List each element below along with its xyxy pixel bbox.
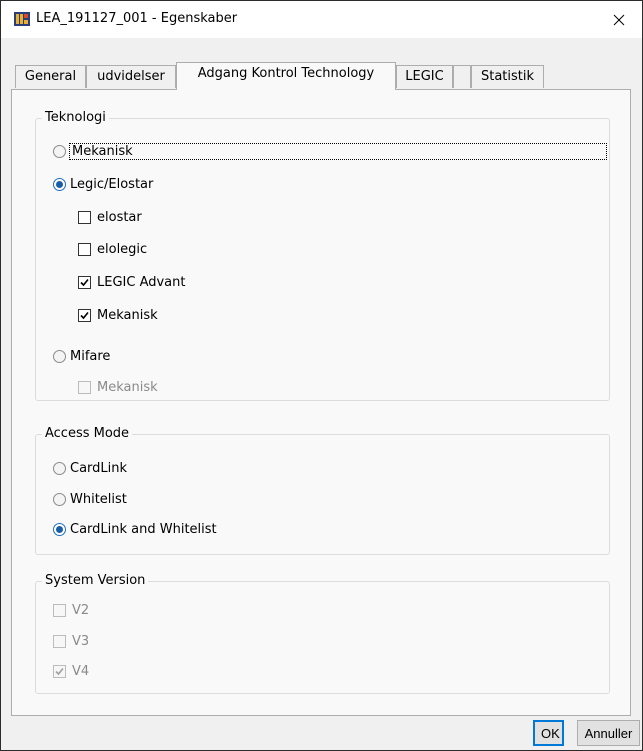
cardlink-radio[interactable]: CardLink [53,459,127,477]
teknologi-title: Teknologi [42,110,109,126]
tab-statistik[interactable]: Statistik [471,65,544,88]
mifare-label: Mifare [70,348,111,364]
close-button[interactable] [596,1,642,38]
ok-button[interactable]: OK [533,720,564,746]
tab-blank[interactable] [453,65,471,88]
whitelist-label: Whitelist [70,491,127,507]
title-bar[interactable]: LEA_191127_001 - Egenskaber [1,1,642,38]
access-mode-group: Access Mode CardLink Whitelist CardLink … [35,426,610,555]
radio-icon [53,492,66,506]
whitelist-radio[interactable]: Whitelist [53,490,127,508]
tab-general-label: General [24,69,77,84]
cardlink-label: CardLink [70,460,128,476]
radio-icon [53,461,66,475]
legic-advant-checkbox[interactable]: LEGIC Advant [78,273,186,291]
tab-udvidelser-label: udvidelser [97,69,165,84]
cardlink-and-whitelist-radio[interactable]: CardLink and Whitelist [53,520,217,538]
close-icon [613,14,625,25]
mifare-mekanisk-checkbox[interactable]: Mekanisk [78,378,158,396]
legic-elostar-radio[interactable]: Legic/Elostar [53,175,153,193]
tab-udvidelser[interactable]: udvidelser [86,65,176,88]
tab-adgang-label: Adgang Kontrol Technology [197,66,375,81]
v4-checkbox[interactable]: V4 [53,662,89,680]
elolegic-checkbox[interactable]: elolegic [78,240,147,258]
radio-checked-icon [53,522,66,536]
tab-strip: General udvidelser Adgang Kontrol Techno… [1,38,642,90]
tab-content-panel: Teknologi Mekanisk Legic/Elostar elostar… [11,89,631,716]
elolegic-label: elolegic [97,241,148,257]
mifare-mekanisk-label: Mekanisk [97,379,158,395]
checkbox-icon [53,634,66,648]
radio-icon [53,349,66,363]
legic-advant-label: LEGIC Advant [97,274,186,290]
cardlink-whitelist-label: CardLink and Whitelist [70,521,217,537]
legic-mekanisk-label: Mekanisk [97,307,158,323]
system-version-title: System Version [42,573,149,589]
elostar-checkbox[interactable]: elostar [78,208,142,226]
elostar-label: elostar [97,209,142,225]
checkbox-icon [78,210,91,224]
checkbox-icon [53,603,66,617]
mekanisk-label: Mekanisk [69,142,607,160]
mekanisk-radio[interactable]: Mekanisk [53,142,607,160]
tab-general[interactable]: General [15,65,86,88]
radio-checked-icon [53,177,66,191]
v2-label: V2 [72,602,90,618]
v3-checkbox[interactable]: V3 [53,632,89,650]
window-title: LEA_191127_001 - Egenskaber [36,11,238,26]
legic-mekanisk-checkbox[interactable]: Mekanisk [78,306,158,324]
teknologi-group: Teknologi Mekanisk Legic/Elostar elostar… [35,110,610,401]
legic-elostar-label: Legic/Elostar [70,176,154,192]
app-icon [14,12,30,26]
tab-statistik-label: Statistik [480,69,535,84]
checkbox-icon [78,242,91,256]
radio-icon [53,144,66,158]
checkmark-icon [53,664,66,678]
tab-legic-label: LEGIC [405,69,444,84]
mifare-radio[interactable]: Mifare [53,347,110,365]
checkmark-icon [78,275,91,289]
properties-dialog: LEA_191127_001 - Egenskaber General udvi… [0,0,643,751]
v3-label: V3 [72,633,90,649]
cancel-button[interactable]: Annuller [577,720,640,746]
tab-adgang-kontrol-technology[interactable]: Adgang Kontrol Technology [176,62,396,90]
tab-legic[interactable]: LEGIC [396,65,453,88]
checkbox-icon [78,380,91,394]
v4-label: V4 [72,663,90,679]
system-version-group: System Version V2 V3 V4 [35,573,610,694]
v2-checkbox[interactable]: V2 [53,601,89,619]
checkmark-icon [78,308,91,322]
access-mode-title: Access Mode [42,426,133,442]
